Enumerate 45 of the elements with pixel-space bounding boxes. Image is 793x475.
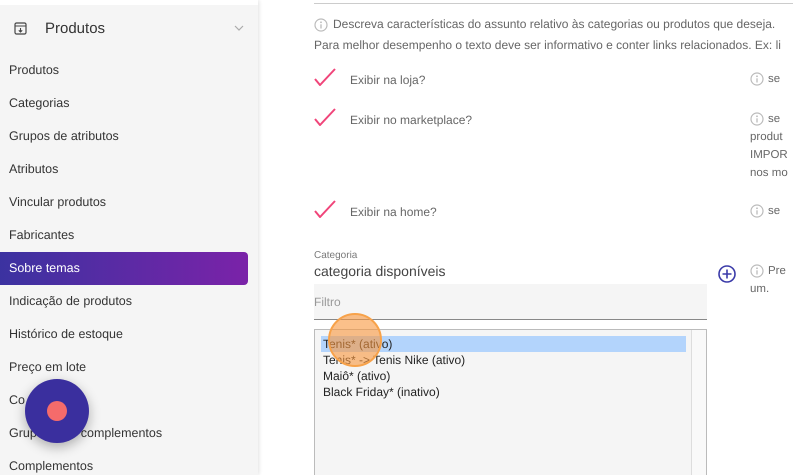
- checkmark[interactable]: [314, 200, 336, 218]
- sidebar-item[interactable]: Sobre temas: [0, 252, 248, 285]
- field-label: Categoria: [314, 250, 358, 261]
- sidebar-item[interactable]: Atributos: [0, 153, 248, 186]
- hint-text: um.: [750, 282, 770, 297]
- sidebar-item[interactable]: Grupos de atributos: [0, 120, 248, 153]
- option-label: Exibir na loja?: [350, 72, 426, 87]
- sidebar-section-header[interactable]: Produtos: [0, 10, 258, 46]
- sidebar-item[interactable]: Vincular produtos: [0, 186, 248, 219]
- sidebar-item[interactable]: Preço em lote: [0, 351, 248, 384]
- sidebar-item[interactable]: Co: [0, 384, 248, 417]
- scrollbar-track[interactable]: [691, 330, 706, 475]
- hint-text: se: [768, 204, 780, 219]
- description-text: Para melhor desempenho o texto deve ser informativo e conter links relacionados. Ex: li: [314, 37, 782, 54]
- sidebar-item[interactable]: Complementos: [0, 450, 248, 475]
- sidebar-item[interactable]: Categorias: [0, 87, 248, 120]
- hint-text: se: [768, 112, 780, 127]
- hint-text: produt: [750, 130, 784, 145]
- option-label: Exibir no marketplace?: [350, 112, 472, 127]
- checkmark[interactable]: [314, 68, 336, 86]
- box-icon: [14, 22, 27, 34]
- sidebar-item[interactable]: Fabricantes: [0, 219, 248, 252]
- checkmark[interactable]: [314, 108, 336, 126]
- info-icon: [750, 72, 764, 86]
- filter-field[interactable]: Filtro: [314, 284, 707, 320]
- hint-text: se: [768, 72, 780, 87]
- add-icon[interactable]: [718, 265, 736, 283]
- info-icon: [314, 18, 328, 32]
- hint-text: nos mo: [750, 166, 789, 181]
- field-title: categoria disponíveis: [314, 263, 447, 279]
- option-label: Exibir na home?: [350, 204, 437, 219]
- description-text: Descreva características do assunto relativo às categorias ou produtos que deseja.: [333, 16, 776, 33]
- info-icon: [750, 264, 764, 278]
- sidebar-item[interactable]: Produtos: [0, 54, 248, 87]
- list-option[interactable]: Black Friday* (inativo): [321, 384, 686, 400]
- sidebar-item[interactable]: Indicação de produtos: [0, 285, 248, 318]
- info-icon: [750, 204, 764, 218]
- section-title: Produtos: [45, 20, 106, 36]
- sidebar-item[interactable]: Histórico de estoque: [0, 318, 248, 351]
- sidebar-item[interactable]: complementos: [80, 426, 162, 440]
- hint-text: IMPOR: [750, 148, 789, 163]
- info-icon: [750, 112, 764, 126]
- list-option[interactable]: Maiô* (ativo): [321, 368, 686, 384]
- chevron-icon: [234, 23, 244, 33]
- hint-text: Pre: [768, 264, 786, 279]
